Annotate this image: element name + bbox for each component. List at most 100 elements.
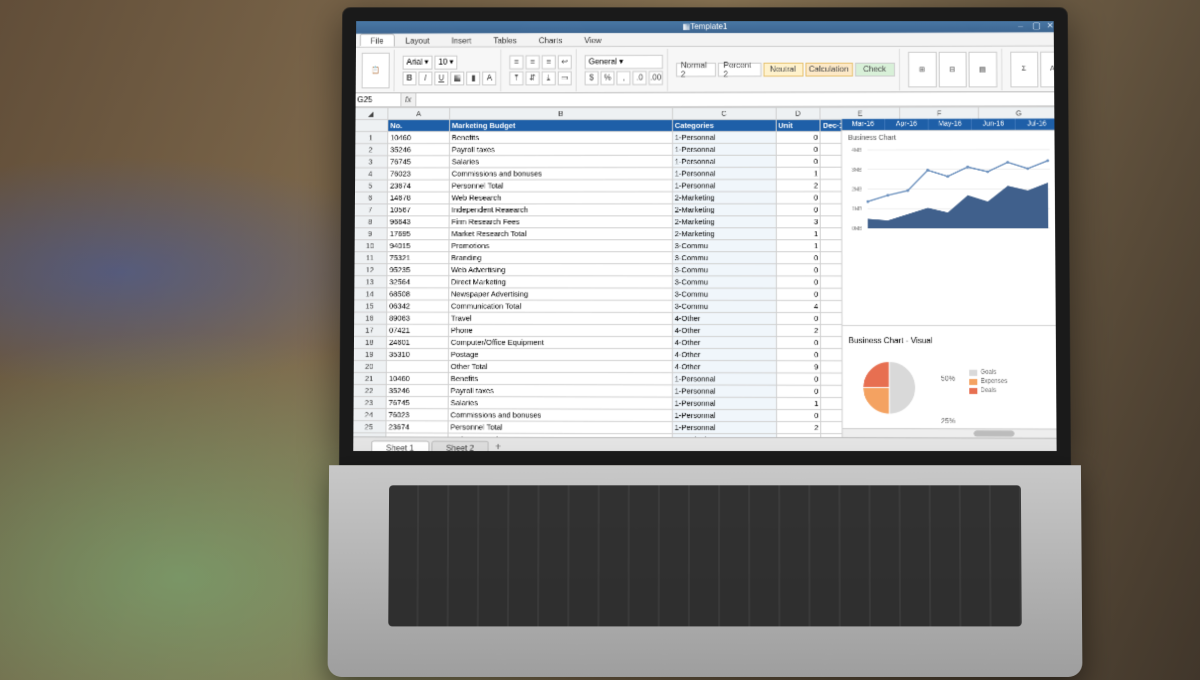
row-header[interactable]: 4 [353,168,387,180]
cell[interactable]: 0 [776,385,821,397]
cell[interactable]: 2 [776,422,821,434]
cell[interactable]: 0 [776,349,821,361]
cell[interactable]: 96643 [387,216,449,228]
cell[interactable]: 4-Other [672,349,776,361]
wrap-button[interactable]: ↩ [558,55,572,69]
cell[interactable]: Computer/Office Equipment [448,336,672,348]
cell[interactable]: 0 [776,155,821,167]
cell[interactable]: 23674 [387,180,449,192]
tab-tables[interactable]: Tables [482,33,527,46]
row-header[interactable]: 13 [352,276,386,288]
tab-insert[interactable]: Insert [440,33,482,46]
cell[interactable]: 1-Personnal [672,409,776,421]
cell[interactable]: 0 [776,409,821,421]
cell[interactable]: Travel [448,312,672,324]
cell[interactable]: 1-Personnal [672,167,775,179]
cell[interactable]: 89063 [387,312,449,324]
cell[interactable]: Benefits [449,131,672,143]
cell[interactable]: 76023 [386,409,448,421]
percent-button[interactable]: % [601,71,615,85]
cell[interactable]: 68508 [387,288,449,300]
row-header[interactable]: 6 [353,192,387,204]
row-header[interactable]: 21 [352,372,386,384]
cell[interactable]: 1-Personnal [672,180,775,192]
cell[interactable]: Personnel Total [448,421,672,434]
cell[interactable]: 06342 [387,300,449,312]
row-header[interactable]: 7 [353,204,387,216]
cell[interactable]: 3-Commu [672,264,775,276]
align-right-button[interactable]: ≡ [541,55,555,69]
row-header[interactable]: 19 [352,348,386,360]
style-percent2[interactable]: Percent 2 [718,62,760,76]
cell[interactable]: 2 [776,179,821,191]
sort-button[interactable]: A↓ [1040,51,1059,87]
cell[interactable]: 95235 [387,264,449,276]
italic-button[interactable]: I [418,71,432,85]
cell[interactable]: 0 [776,204,821,216]
row-header[interactable]: 1 [353,132,387,144]
cell[interactable]: 2-Marketing [672,228,775,240]
row-header[interactable]: 2 [353,144,387,156]
tab-charts[interactable]: Charts [528,33,574,46]
cell[interactable]: 1-Personnal [672,397,776,409]
month-header[interactable]: Apr-16 [885,119,928,130]
font-size-select[interactable]: 10 ▾ [434,55,457,69]
cell[interactable]: 4-Other [672,312,776,324]
cell[interactable]: 35246 [386,385,448,397]
cell[interactable]: Commissions and bonuses [448,409,672,421]
cell[interactable]: Salaries [448,397,672,409]
row-header[interactable]: 16 [352,312,386,324]
cell[interactable]: 0 [776,252,821,264]
cell[interactable]: Promotions [449,240,673,252]
cell[interactable]: 32564 [387,276,449,288]
col-header-D[interactable]: D [775,107,820,119]
row-header[interactable]: 24 [352,409,386,421]
cell[interactable]: Firm Research Fees [449,216,672,228]
row-header[interactable]: 25 [352,421,386,433]
cell[interactable]: Other Total [448,360,672,372]
font-color-button[interactable]: A [482,71,496,85]
cell[interactable]: 1-Personnal [672,421,776,433]
cell[interactable]: 1-Personnal [672,373,776,385]
fill-color-button[interactable]: ▮ [466,71,480,85]
cell[interactable]: Personnel Total [449,180,672,192]
cell[interactable]: 4-Other [672,361,776,373]
cell[interactable]: 76745 [386,397,448,409]
cell[interactable]: 1-Personnal [672,155,775,167]
cell[interactable]: 4-Other [672,336,776,348]
cell[interactable]: Web Research [449,192,672,204]
col-header-F[interactable]: F [900,107,979,119]
align-bot-button[interactable]: ⤓ [541,71,555,85]
cell[interactable]: 1-Personnal [672,385,776,397]
header-cell-A[interactable]: No. [388,120,450,132]
col-header-E[interactable]: E [820,107,899,119]
header-cell-C[interactable]: Categories [672,119,775,131]
sheet-tab-1[interactable]: Sheet 1 [371,441,429,453]
border-button[interactable]: ▦ [450,71,464,85]
cell[interactable] [386,360,448,372]
row-header[interactable]: 17 [352,324,386,336]
cell[interactable]: Communication Total [448,300,672,312]
cell[interactable]: Payroll taxes [449,143,672,155]
grid[interactable]: ◢ABCDEFG No.Marketing BudgetCategoriesUn… [351,107,1061,438]
cell[interactable]: 10460 [388,132,450,144]
add-sheet-button[interactable]: + [491,442,505,453]
row-header[interactable]: 15 [352,300,386,312]
cell[interactable]: 76745 [388,156,450,168]
header-cell-B[interactable]: Marketing Budget [449,119,672,131]
cell[interactable]: 1-Personnal [672,143,775,155]
cell[interactable]: 3-Commu [672,276,776,288]
style-check[interactable]: Check [854,62,894,76]
cell[interactable]: 2-Marketing [672,192,775,204]
close-icon[interactable]: ✕ [1046,21,1054,29]
month-header[interactable]: Jul-16 [1016,119,1060,130]
cell[interactable]: 0 [776,288,821,300]
row-header[interactable]: 20 [352,360,386,372]
cell[interactable]: 1 [776,397,821,409]
col-header-A[interactable]: A [388,108,450,120]
cell[interactable]: Benefits [448,373,672,385]
month-header[interactable]: Jun-16 [972,119,1016,130]
row-header[interactable]: 8 [353,216,387,228]
tab-view[interactable]: View [573,33,612,46]
cell[interactable]: 14678 [387,192,449,204]
